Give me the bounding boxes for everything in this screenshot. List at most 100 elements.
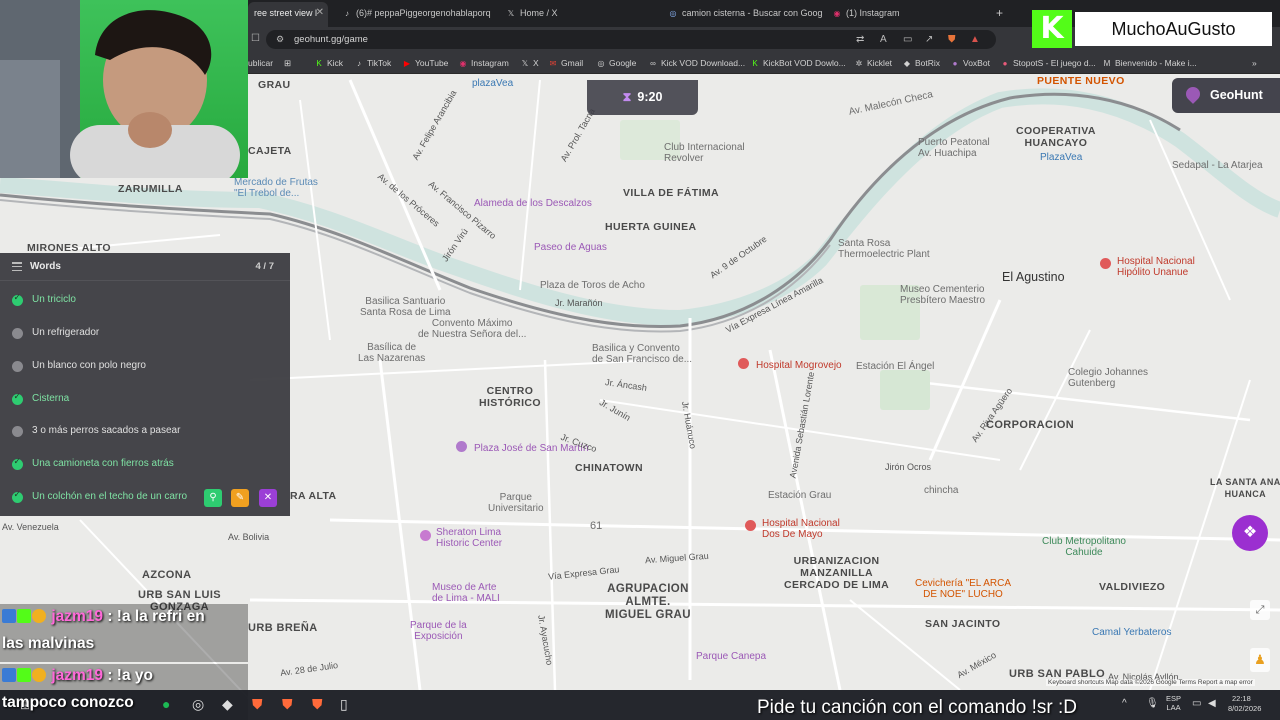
spotify-icon[interactable]: ● — [162, 696, 170, 712]
tab-x[interactable]: 𝕏 Home / X — [500, 4, 650, 23]
poi-mercado[interactable]: Mercado de Frutas "El Trebol de... — [234, 177, 318, 199]
hospital-dos-mayo-pin-icon[interactable] — [745, 520, 756, 531]
edit-button[interactable]: ✎ — [231, 489, 249, 507]
brave-shield-icon[interactable]: ⛊ — [948, 34, 956, 45]
locate-button[interactable]: ⚲ — [204, 489, 222, 507]
poi-puerto[interactable]: Puerto Peatonal Av. Huachipa — [918, 137, 990, 159]
word-item[interactable]: Una camioneta con fierros atrás — [0, 449, 290, 481]
poi-plazavea-2[interactable]: PlazaVea — [1040, 152, 1082, 163]
bookmark-google[interactable]: ◎ Google — [596, 52, 637, 74]
poi-sheraton[interactable]: Sheraton Lima Historic Center — [436, 527, 502, 549]
poi-alameda[interactable]: Alameda de los Descalzos — [474, 198, 592, 209]
chat-user[interactable]: jazm19 — [51, 608, 103, 625]
poi-nazarenas[interactable]: Basílica de Las Nazarenas — [358, 342, 425, 364]
bookmark-ublicar[interactable]: ublicar — [248, 52, 273, 74]
close-icon[interactable]: ✕ — [316, 2, 324, 24]
poi-museo-cementerio[interactable]: Museo Cementerio Presbítero Maestro — [900, 284, 985, 306]
word-item[interactable]: Un triciclo — [0, 285, 290, 317]
poi-basilica-santa-rosa[interactable]: Basilica Santuario Santa Rosa de Lima — [360, 296, 451, 318]
poi-parque-exposicion[interactable]: Parque de la Exposición — [410, 620, 467, 642]
network-icon[interactable]: ▭ — [1192, 698, 1201, 709]
word-item[interactable]: Un refrigerador — [0, 318, 290, 350]
poi-plaza-toros[interactable]: Plaza de Toros de Acho — [540, 280, 645, 291]
tab-google[interactable]: ◎ camion cisterna - Buscar con Google — [662, 4, 823, 23]
app-icon[interactable]: ◆ — [222, 696, 233, 713]
word-item[interactable]: 3 o más perros sacados a pasear — [0, 416, 290, 448]
bookmark-tiktok[interactable]: ♪ TikTok — [354, 52, 391, 74]
bookmarks-overflow-icon[interactable]: » — [1252, 52, 1257, 74]
poi-club-revolver[interactable]: Club Internacional Revolver — [664, 142, 745, 164]
clock-date[interactable]: 8/02/2026 — [1228, 704, 1261, 713]
poi-chincha[interactable]: chincha — [924, 485, 958, 496]
bookmark-stopots[interactable]: ● StopotS - El juego d... — [1000, 52, 1096, 74]
brave-icon[interactable]: ⛊ — [282, 696, 293, 713]
word-item[interactable]: Un blanco con polo negro — [0, 351, 290, 383]
clock-time[interactable]: 22:18 — [1232, 694, 1251, 703]
bookmark-kicklet[interactable]: ✲ Kicklet — [854, 52, 892, 74]
poi-parque-canepa[interactable]: Parque Canepa — [696, 651, 766, 662]
tab-geohunt[interactable]: ree street view l ✕ — [248, 2, 328, 27]
brave-icon[interactable]: ⛊ — [252, 696, 263, 713]
new-tab-button[interactable]: + — [990, 4, 1010, 23]
map-attribution[interactable]: Keyboard shortcuts Map data ©2026 Google… — [1046, 679, 1255, 686]
poi-camal[interactable]: Camal Yerbateros — [1092, 627, 1172, 638]
chat-user[interactable]: jazm19 — [51, 667, 103, 684]
site-info-icon[interactable]: ⚙ — [276, 30, 284, 49]
bookmark-kick-vod[interactable]: ∞ Kick VOD Download... — [648, 52, 745, 74]
poi-parque-universitario[interactable]: Parque Universitario — [488, 492, 544, 514]
apps-grid-icon[interactable]: ⊞ — [284, 52, 291, 74]
bookmark-star-icon[interactable]: ☐ — [251, 33, 260, 44]
hotel-pin-icon[interactable] — [420, 530, 431, 541]
tab-tiktok[interactable]: ♪ (6)# peppaPiggeorgenohablaporq — [336, 4, 496, 23]
volume-icon[interactable]: ◀ — [1208, 698, 1216, 709]
poi-hospital-mogrovejo[interactable]: Hospital Mogrovejo — [756, 360, 842, 371]
words-panel: Words 4 / 7 Un triciclo Un refrigerador … — [0, 253, 290, 516]
poi-paseo-aguas[interactable]: Paseo de Aguas — [534, 242, 607, 253]
poi-museo-arte[interactable]: Museo de Arte de Lima - MALI — [432, 582, 500, 604]
word-item[interactable]: Un colchón en el techo de un carro ⚲ ✎ ✕ — [0, 482, 290, 514]
poi-basilica-san-francisco[interactable]: Basilica y Convento de San Francisco de.… — [592, 343, 692, 365]
tab-instagram[interactable]: ◉ (1) Instagram — [826, 4, 986, 23]
poi-sedapal[interactable]: Sedapal - La Atarjea — [1172, 160, 1263, 171]
bookmark-botrix[interactable]: ◆ BotRix — [902, 52, 940, 74]
poi-plazavea[interactable]: plazaVea — [472, 78, 513, 89]
pegman-icon[interactable]: ♟ — [1250, 648, 1270, 672]
poi-cevicheria[interactable]: Cevichería "EL ARCA DE NOE" LUCHO — [915, 578, 1011, 600]
poi-convento[interactable]: Convento Máximo de Nuestra Señora del... — [418, 318, 526, 340]
file-icon[interactable]: ▯ — [340, 696, 348, 713]
bookmark-youtube[interactable]: ▶ YouTube — [402, 52, 448, 74]
bookmark-gmail[interactable]: ✉ Gmail — [548, 52, 584, 74]
bookmark-make[interactable]: M Bienvenido - Make i... — [1102, 52, 1197, 74]
poi-estacion-grau[interactable]: Estación Grau — [768, 490, 831, 501]
bookmark-x[interactable]: 𝕏X — [520, 52, 539, 74]
plaza-pin-icon[interactable] — [456, 441, 467, 452]
bookmark-kick[interactable]: K Kick — [314, 52, 343, 74]
geohunt-logo[interactable]: GeoHunt — [1172, 78, 1280, 113]
word-item[interactable]: Cisterna — [0, 384, 290, 416]
bookmark-voxbot[interactable]: ● VoxBot — [950, 52, 990, 74]
hospital-pin-icon[interactable] — [738, 358, 749, 369]
zoom-icon[interactable]: A — [880, 34, 887, 45]
bookmark-instagram[interactable]: ◉ Instagram — [458, 52, 509, 74]
fullscreen-icon[interactable]: ⤢ — [1250, 600, 1270, 620]
language-indicator[interactable]: ESP LAA — [1166, 694, 1181, 712]
poi-santa-rosa-plant[interactable]: Santa Rosa Thermoelectric Plant — [838, 238, 930, 260]
brave-icon[interactable]: ⛊ — [312, 696, 323, 713]
poi-hospital-dos-mayo[interactable]: Hospital Nacional Dos De Mayo — [762, 518, 840, 540]
poi-estacion-angel[interactable]: Estación El Ángel — [856, 361, 934, 372]
remove-button[interactable]: ✕ — [259, 489, 277, 507]
tray-chevron-icon[interactable]: ^ — [1122, 698, 1127, 709]
hospital-unanue-pin-icon[interactable] — [1100, 258, 1111, 269]
poi-colegio-gutenberg[interactable]: Colegio Johannes Gutenberg — [1068, 367, 1148, 389]
bookmark-kickbot[interactable]: K KickBot VOD Dowlo... — [750, 52, 845, 74]
poi-club-metropolitano[interactable]: Club Metropolitano Cahuide — [1042, 536, 1126, 558]
cast-icon[interactable]: ▭ — [903, 34, 912, 45]
mic-icon[interactable]: 🎙 — [1146, 698, 1159, 709]
app-icon[interactable]: ◎ — [192, 696, 204, 713]
share-icon[interactable]: ↗ — [925, 34, 933, 45]
chat-bubble-icon[interactable]: ❖ — [1232, 515, 1268, 551]
gmail-icon: ✉ — [549, 59, 557, 68]
poi-hospital-unanue[interactable]: Hospital Nacional Hipólito Unanue — [1117, 256, 1195, 278]
rewards-icon[interactable]: ▲ — [970, 34, 980, 45]
translate-icon[interactable]: ⇄ — [856, 34, 864, 45]
